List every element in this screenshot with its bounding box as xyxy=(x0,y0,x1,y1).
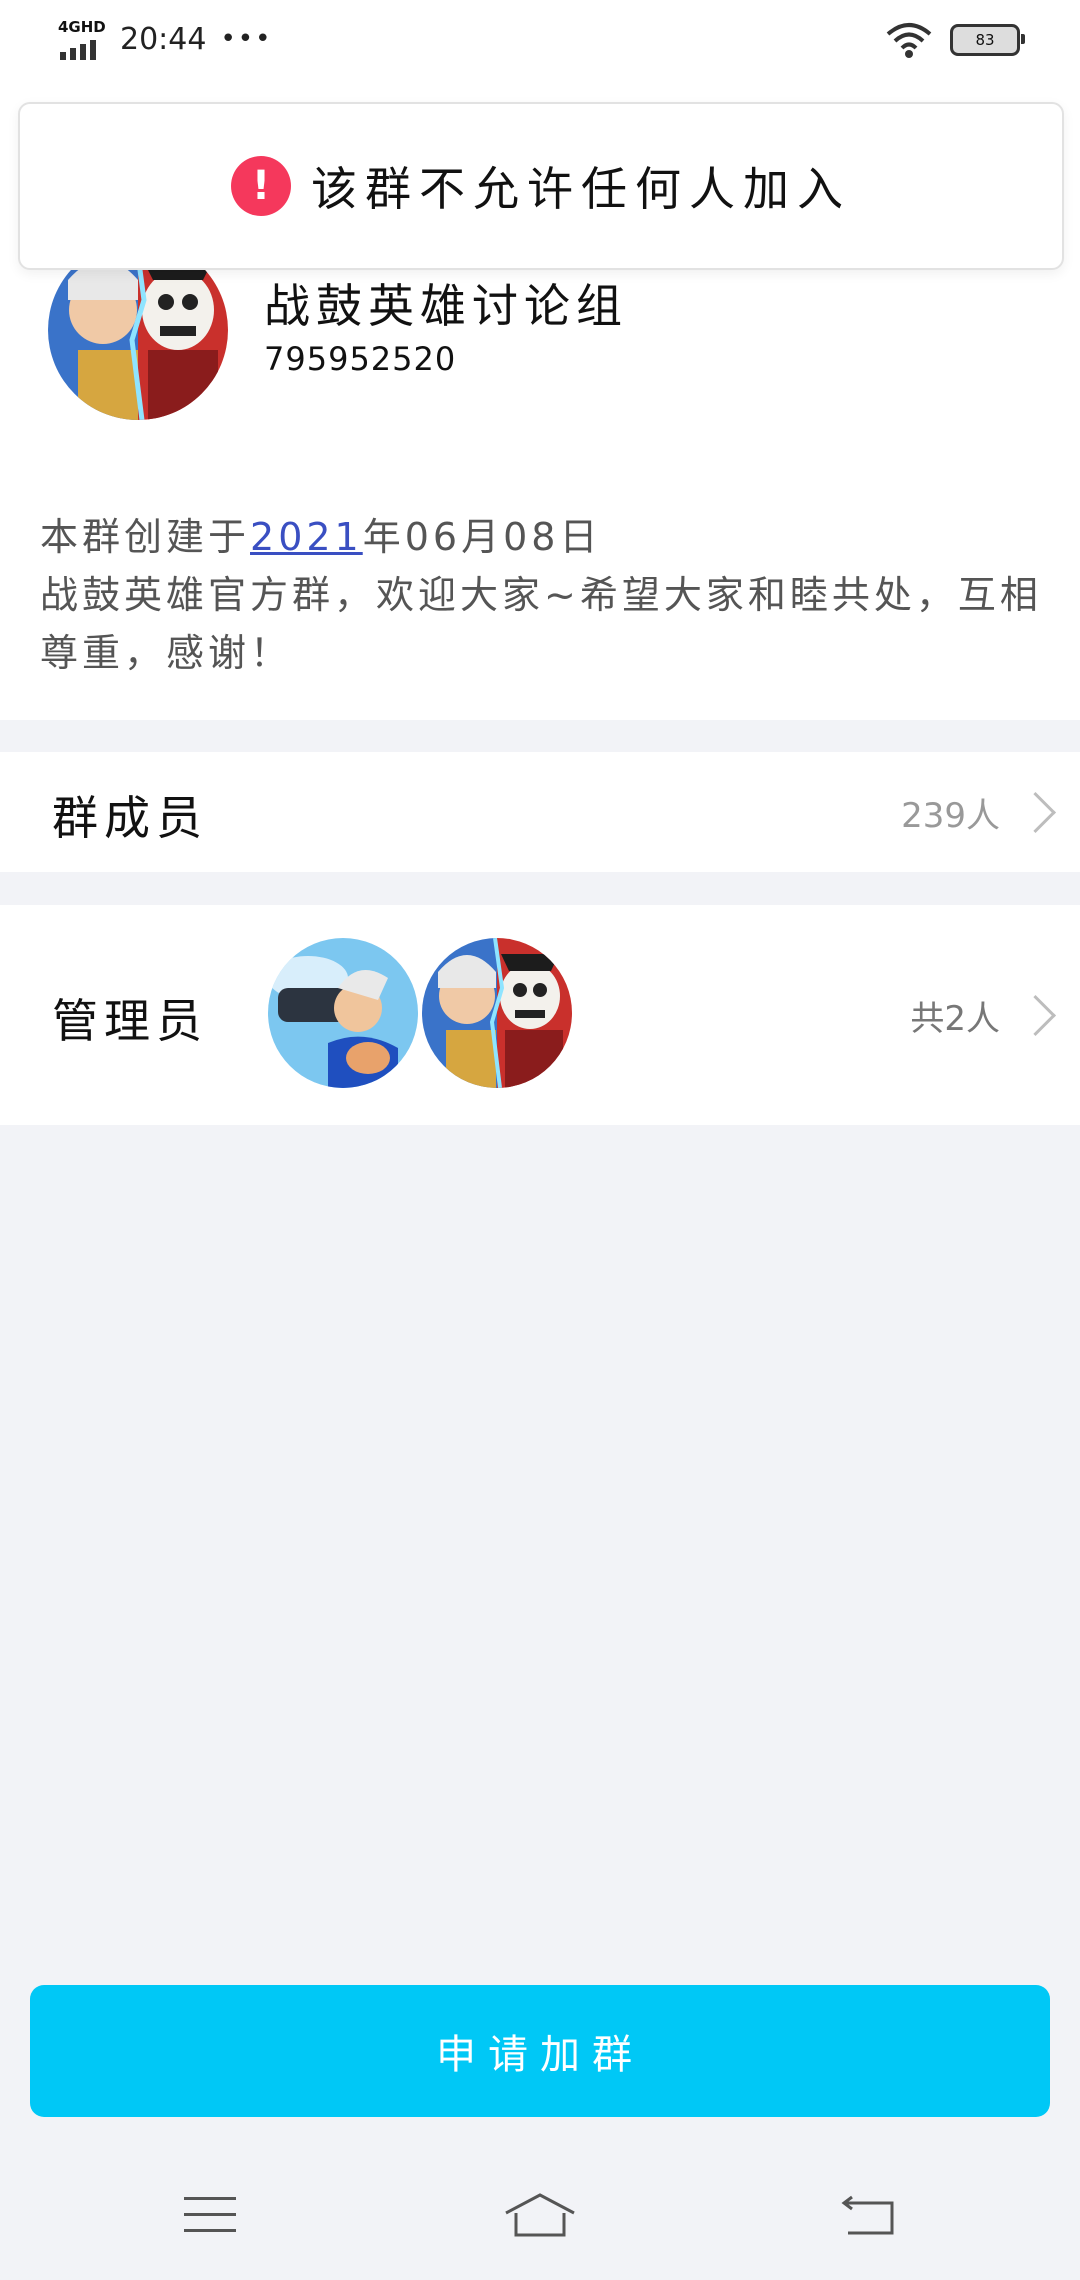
warning-icon: ! xyxy=(231,156,291,216)
toast-text: 该群不允许任何人加入 xyxy=(311,162,851,216)
chevron-right-icon xyxy=(1014,791,1057,834)
chevron-right-icon xyxy=(1014,994,1057,1037)
status-time: 20:44 xyxy=(120,21,207,57)
group-id: 795952520 xyxy=(264,340,457,378)
wifi-icon xyxy=(886,23,932,58)
join-group-button[interactable]: 申请加群 xyxy=(30,1985,1050,2117)
admins-row[interactable]: 管理员 共2人 xyxy=(0,905,1080,1125)
description-text: 战鼓英雄官方群，欢迎大家~希望大家和睦共处，互相尊重，感谢！ xyxy=(40,573,1042,675)
battery-icon: 83 xyxy=(950,24,1025,56)
members-row[interactable]: 群成员 239人 xyxy=(0,752,1080,872)
signal-icon: 4GHD xyxy=(58,18,106,60)
battery-level: 83 xyxy=(975,31,995,49)
created-year-link[interactable]: 2021 xyxy=(250,515,363,559)
more-dots-icon: ••• xyxy=(220,24,273,54)
members-count: 239人 xyxy=(901,796,1000,836)
back-icon[interactable] xyxy=(830,2180,910,2250)
created-date-line: 本群创建于2021年06月08日 xyxy=(40,508,1050,566)
status-bar: 4GHD 20:44 ••• 83 xyxy=(0,0,1080,90)
group-description: 本群创建于2021年06月08日 战鼓英雄官方群，欢迎大家~希望大家和睦共处，互… xyxy=(40,508,1050,682)
network-type: 4GHD xyxy=(58,18,106,36)
admins-label: 管理员 xyxy=(52,994,208,1048)
admin-avatar[interactable] xyxy=(268,938,418,1088)
status-left: 4GHD 20:44 ••• xyxy=(58,18,272,60)
status-right: 83 xyxy=(886,22,1025,58)
admins-count: 共2人 xyxy=(910,999,1000,1039)
admin-avatar[interactable] xyxy=(422,938,572,1088)
toast-message: ! 该群不允许任何人加入 xyxy=(18,102,1064,270)
menu-icon[interactable] xyxy=(170,2180,250,2250)
group-name: 战鼓英雄讨论组 xyxy=(264,279,628,333)
created-suffix: 年06月08日 xyxy=(362,515,602,559)
members-label: 群成员 xyxy=(52,791,208,845)
system-nav-bar xyxy=(0,2150,1080,2280)
home-icon[interactable] xyxy=(500,2180,580,2250)
created-prefix: 本群创建于 xyxy=(40,515,251,559)
